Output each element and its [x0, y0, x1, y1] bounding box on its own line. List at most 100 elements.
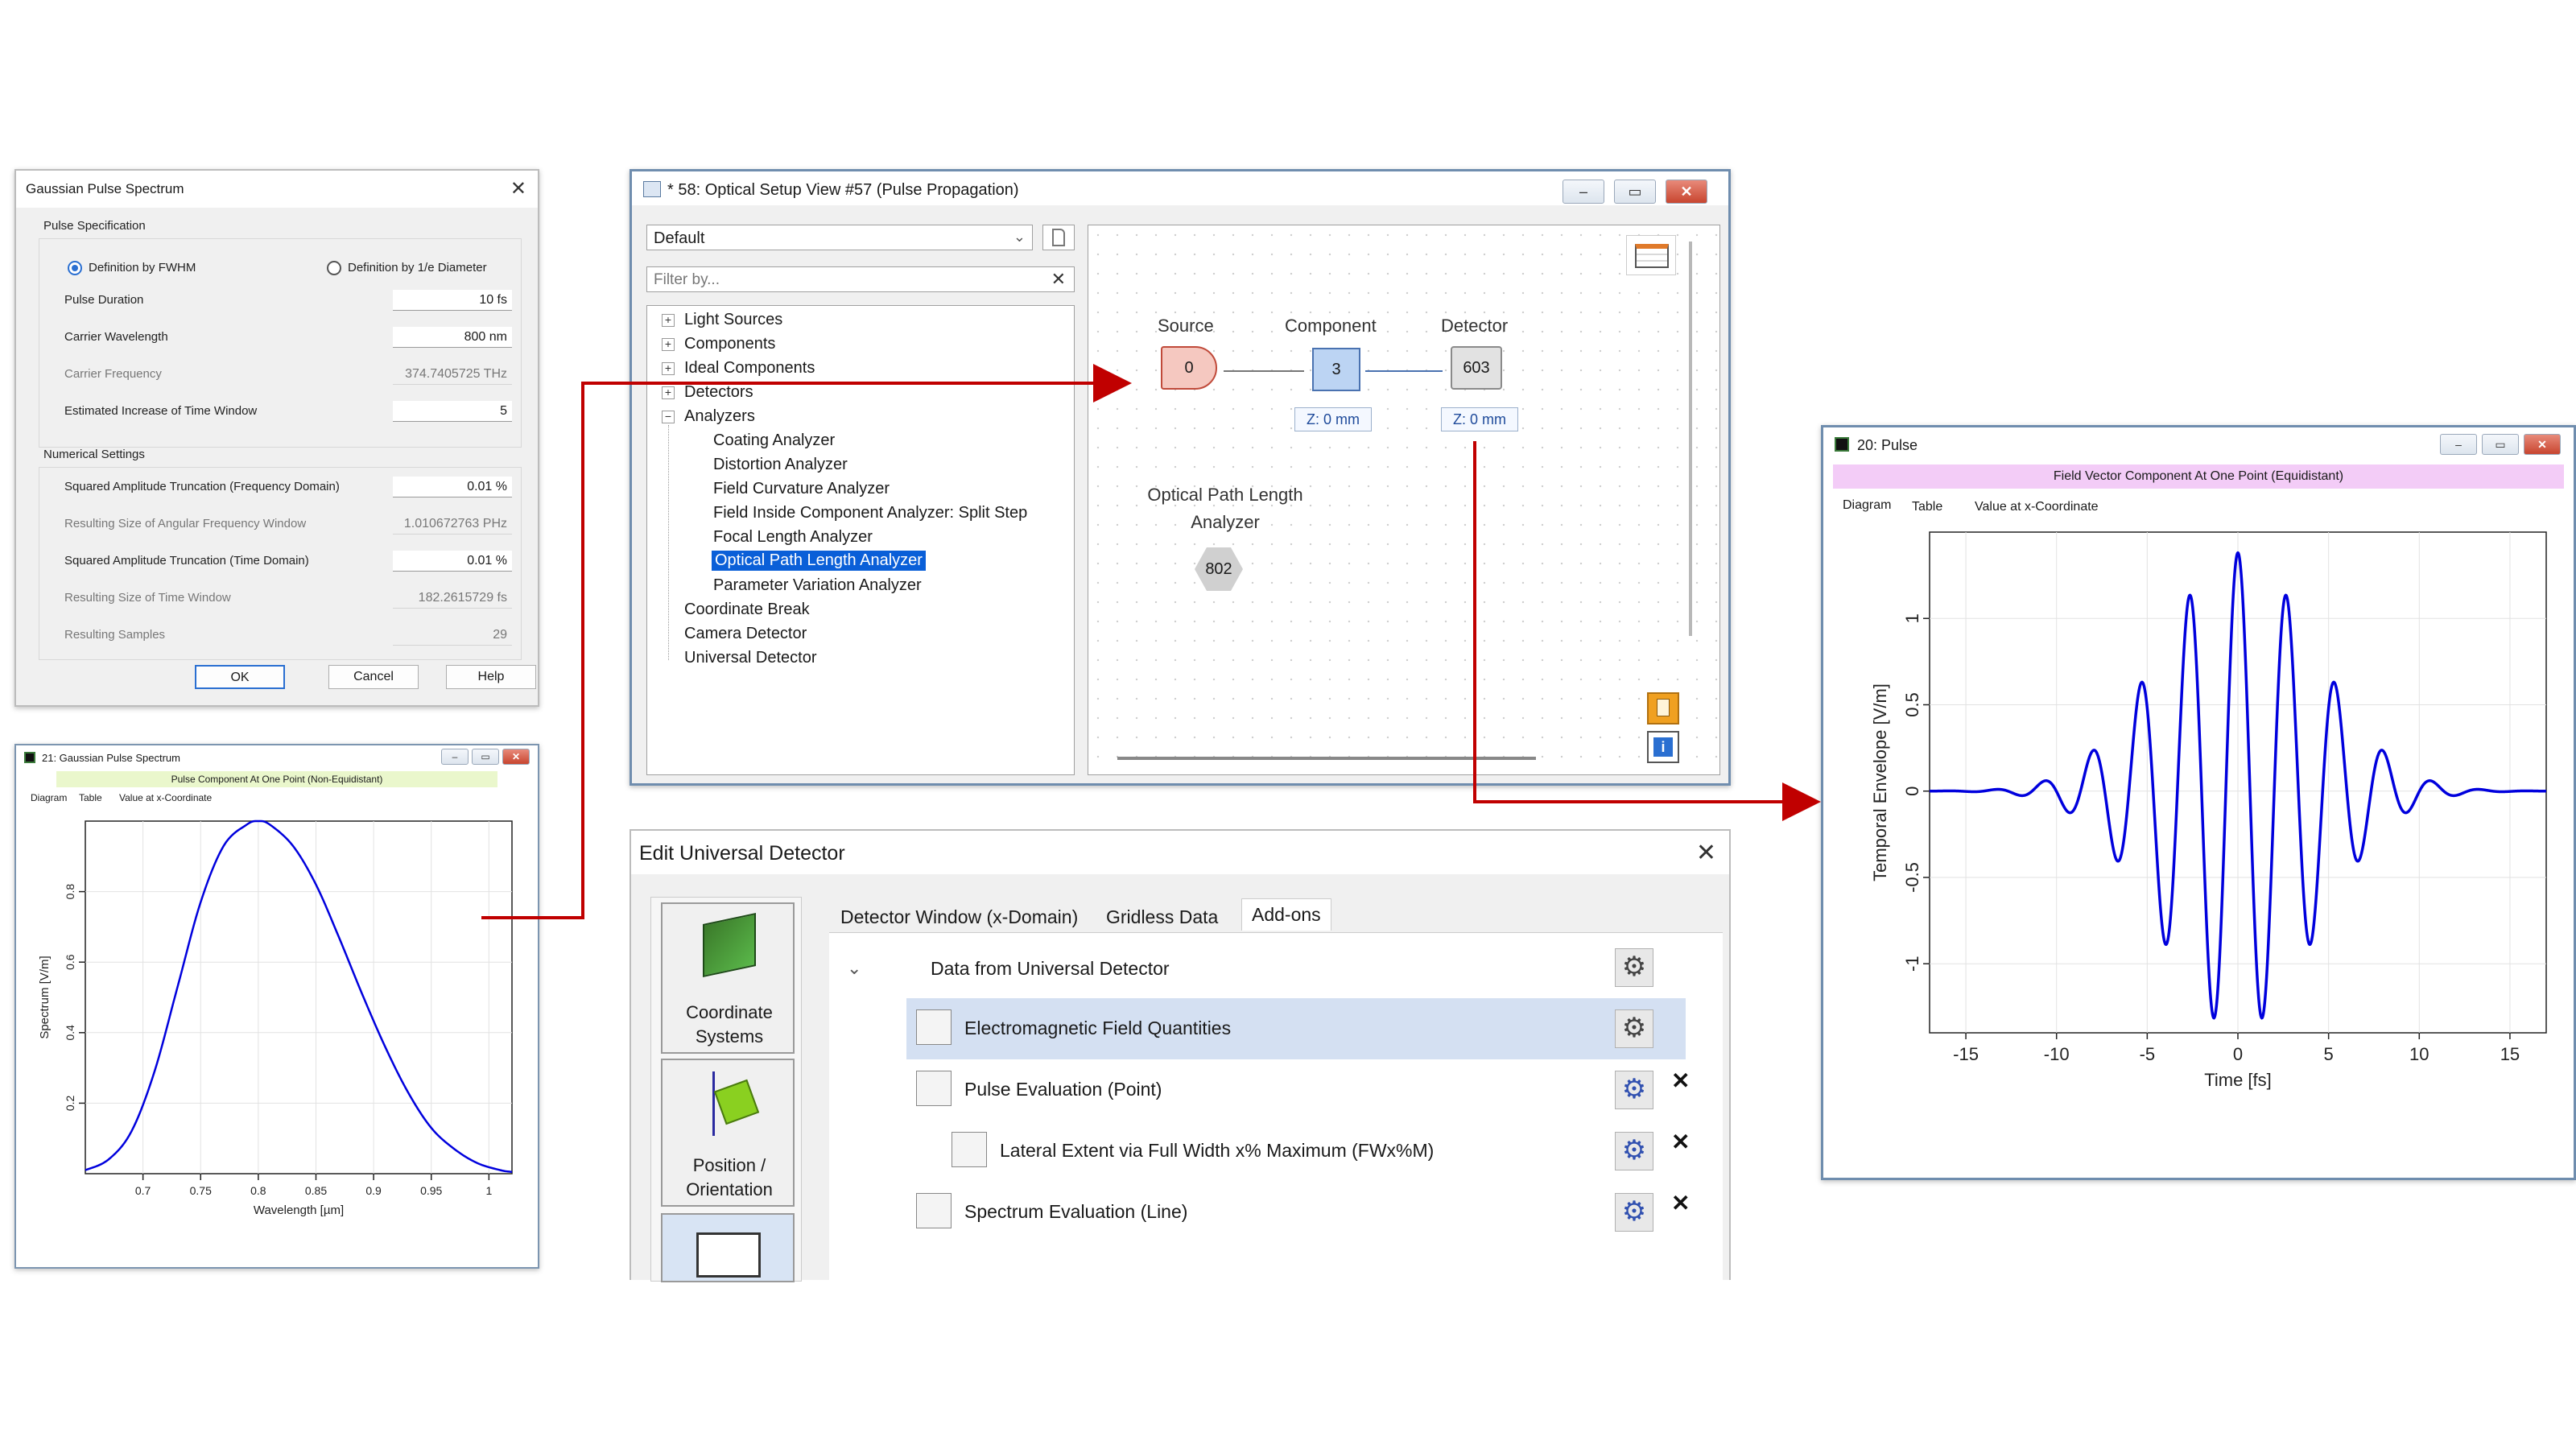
tree-light-sources[interactable]: Light Sources	[684, 311, 782, 329]
sidebar-label-line-2: Orientation	[686, 1179, 773, 1199]
minimize-button[interactable]: –	[441, 749, 469, 765]
tree-analyzer-item-selected[interactable]: Optical Path Length Analyzer	[712, 551, 926, 571]
tree-analyzers[interactable]: Analyzers	[684, 407, 755, 426]
opl-label-line-2: Analyzer	[1191, 512, 1260, 532]
tab-detector-window[interactable]: Detector Window (x-Domain)	[831, 902, 1088, 933]
help-button[interactable]: Help	[446, 665, 536, 689]
settings-gear-button[interactable]: ⚙	[1615, 948, 1653, 987]
minimize-button[interactable]: –	[2440, 434, 2477, 455]
pulse-duration-field[interactable]: 10 fs	[393, 290, 512, 311]
chevron-down-icon[interactable]: ⌄	[847, 958, 861, 979]
est-increase-field[interactable]: 5	[393, 401, 512, 422]
catalog-dropdown[interactable]: Default ⌄	[646, 225, 1033, 250]
radio-fwhm[interactable]	[68, 261, 82, 275]
addon-em-field[interactable]: Electromagnetic Field Quantities	[964, 1018, 1231, 1039]
info-button[interactable]: i	[1647, 731, 1679, 763]
close-icon[interactable]: ✕	[1696, 839, 1716, 867]
maximize-button[interactable]: ▭	[2482, 434, 2519, 455]
x-tick-label: -5	[2140, 1044, 2156, 1064]
opl-analyzer-node[interactable]: 802	[1195, 547, 1243, 591]
new-document-button[interactable]	[1042, 225, 1075, 250]
y-tick-label: 0.4	[64, 1025, 76, 1041]
y-tick-label: 0	[1902, 786, 1922, 796]
detector-node[interactable]: 603	[1451, 346, 1502, 390]
chart-icon	[696, 1232, 761, 1278]
remove-icon[interactable]: ✕	[1671, 1067, 1690, 1094]
tab-table[interactable]: Table	[79, 792, 102, 803]
close-icon[interactable]: ✕	[510, 177, 526, 200]
close-button[interactable]: ✕	[1666, 180, 1707, 204]
filter-input[interactable]: Filter by... ✕	[646, 266, 1075, 292]
detector-label: Detector	[1441, 316, 1509, 336]
tree-ideal-components[interactable]: Ideal Components	[684, 359, 815, 378]
expand-icon[interactable]: +	[662, 338, 675, 351]
tree-analyzer-item[interactable]: Field Curvature Analyzer	[713, 480, 890, 498]
tab-diagram[interactable]: Diagram	[1843, 498, 1891, 513]
tree-analyzer-item[interactable]: Field Inside Component Analyzer: Split S…	[713, 504, 1027, 522]
collapse-icon[interactable]: −	[662, 411, 675, 423]
addon-spectrum-eval[interactable]: Spectrum Evaluation (Line)	[964, 1201, 1187, 1223]
cancel-button[interactable]: Cancel	[328, 665, 419, 689]
settings-gear-button[interactable]: ⚙	[1615, 1193, 1653, 1232]
addon-lateral-extent[interactable]: Lateral Extent via Full Width x% Maximum…	[1000, 1140, 1434, 1162]
coordinate-cube-icon	[703, 912, 756, 978]
carrier-wavelength-field[interactable]: 800 nm	[393, 327, 512, 348]
setup-canvas[interactable]: Source 0 Component 3 Z: 0 mm Detector 60…	[1088, 225, 1720, 775]
gaussian-pulse-dialog: Gaussian Pulse Spectrum ✕ Pulse Specific…	[14, 169, 539, 707]
component-z-badge: Z: 0 mm	[1294, 407, 1372, 431]
axes-icon	[712, 1071, 715, 1136]
tab-value-at-x[interactable]: Value at x-Coordinate	[119, 792, 212, 803]
carrier-frequency-label: Carrier Frequency	[64, 367, 162, 381]
expand-icon[interactable]: +	[662, 314, 675, 327]
sidebar-item-addons-selected[interactable]	[661, 1213, 795, 1282]
minimize-button[interactable]: –	[1563, 180, 1604, 204]
tab-table[interactable]: Table	[1912, 500, 1942, 514]
vertical-scrollbar[interactable]	[1689, 242, 1692, 636]
res-ang-freq-field: 1.010672763 PHz	[393, 514, 512, 535]
remove-icon[interactable]: ✕	[1671, 1129, 1690, 1155]
tree-analyzer-item[interactable]: Parameter Variation Analyzer	[713, 576, 922, 595]
source-node[interactable]: 0	[1161, 346, 1217, 390]
addon-pulse-eval[interactable]: Pulse Evaluation (Point)	[964, 1079, 1162, 1100]
sidebar-item-position-orientation[interactable]: Position / Orientation	[661, 1059, 795, 1207]
addon-root[interactable]: Data from Universal Detector	[931, 958, 1170, 980]
tab-gridless-data[interactable]: Gridless Data	[1096, 902, 1228, 933]
tab-addons[interactable]: Add-ons	[1241, 898, 1331, 931]
remove-icon[interactable]: ✕	[1671, 1190, 1690, 1216]
tab-value-at-x[interactable]: Value at x-Coordinate	[1975, 500, 2099, 514]
x-tick-label: 0.75	[190, 1184, 212, 1197]
settings-gear-button[interactable]: ⚙	[1615, 1009, 1653, 1048]
close-button[interactable]: ✕	[502, 749, 530, 765]
radio-diameter[interactable]	[327, 261, 341, 275]
opl-label-line-1: Optical Path Length	[1147, 485, 1303, 505]
x-tick-label: -10	[2044, 1044, 2070, 1064]
tree-analyzer-item[interactable]: Focal Length Analyzer	[713, 528, 873, 547]
expand-icon[interactable]: +	[662, 362, 675, 375]
tree-detectors[interactable]: Detectors	[684, 383, 753, 402]
close-button[interactable]: ✕	[2524, 434, 2561, 455]
maximize-button[interactable]: ▭	[1614, 180, 1656, 204]
document-button[interactable]	[1647, 692, 1679, 724]
tree-components[interactable]: Components	[684, 335, 775, 353]
tree-analyzer-item[interactable]: Coating Analyzer	[713, 431, 835, 450]
settings-gear-button[interactable]: ⚙	[1615, 1071, 1653, 1109]
ok-button[interactable]: OK	[195, 665, 285, 689]
horizontal-scrollbar[interactable]	[1117, 757, 1536, 760]
y-axis-label: Temporal Envelope [V/m]	[1870, 683, 1890, 881]
sq-amp-freq-label: Squared Amplitude Truncation (Frequency …	[64, 480, 340, 493]
tree-universal-detector[interactable]: Universal Detector	[684, 649, 817, 667]
component-node[interactable]: 3	[1312, 348, 1360, 391]
tab-diagram[interactable]: Diagram	[31, 792, 67, 803]
maximize-button[interactable]: ▭	[472, 749, 499, 765]
expand-icon[interactable]: +	[662, 386, 675, 399]
tree-analyzer-item[interactable]: Distortion Analyzer	[713, 456, 848, 474]
settings-gear-button[interactable]: ⚙	[1615, 1132, 1653, 1170]
sq-amp-freq-field[interactable]: 0.01 %	[393, 477, 512, 497]
sq-amp-time-field[interactable]: 0.01 %	[393, 551, 512, 572]
clear-icon[interactable]: ✕	[1051, 269, 1066, 290]
tree-coordinate-break[interactable]: Coordinate Break	[684, 601, 810, 619]
tree-camera-detector[interactable]: Camera Detector	[684, 625, 807, 643]
setup-title: * 58: Optical Setup View #57 (Pulse Prop…	[667, 181, 1019, 199]
table-view-button[interactable]	[1626, 235, 1676, 275]
sidebar-item-coordinate-systems[interactable]: Coordinate Systems	[661, 902, 795, 1054]
